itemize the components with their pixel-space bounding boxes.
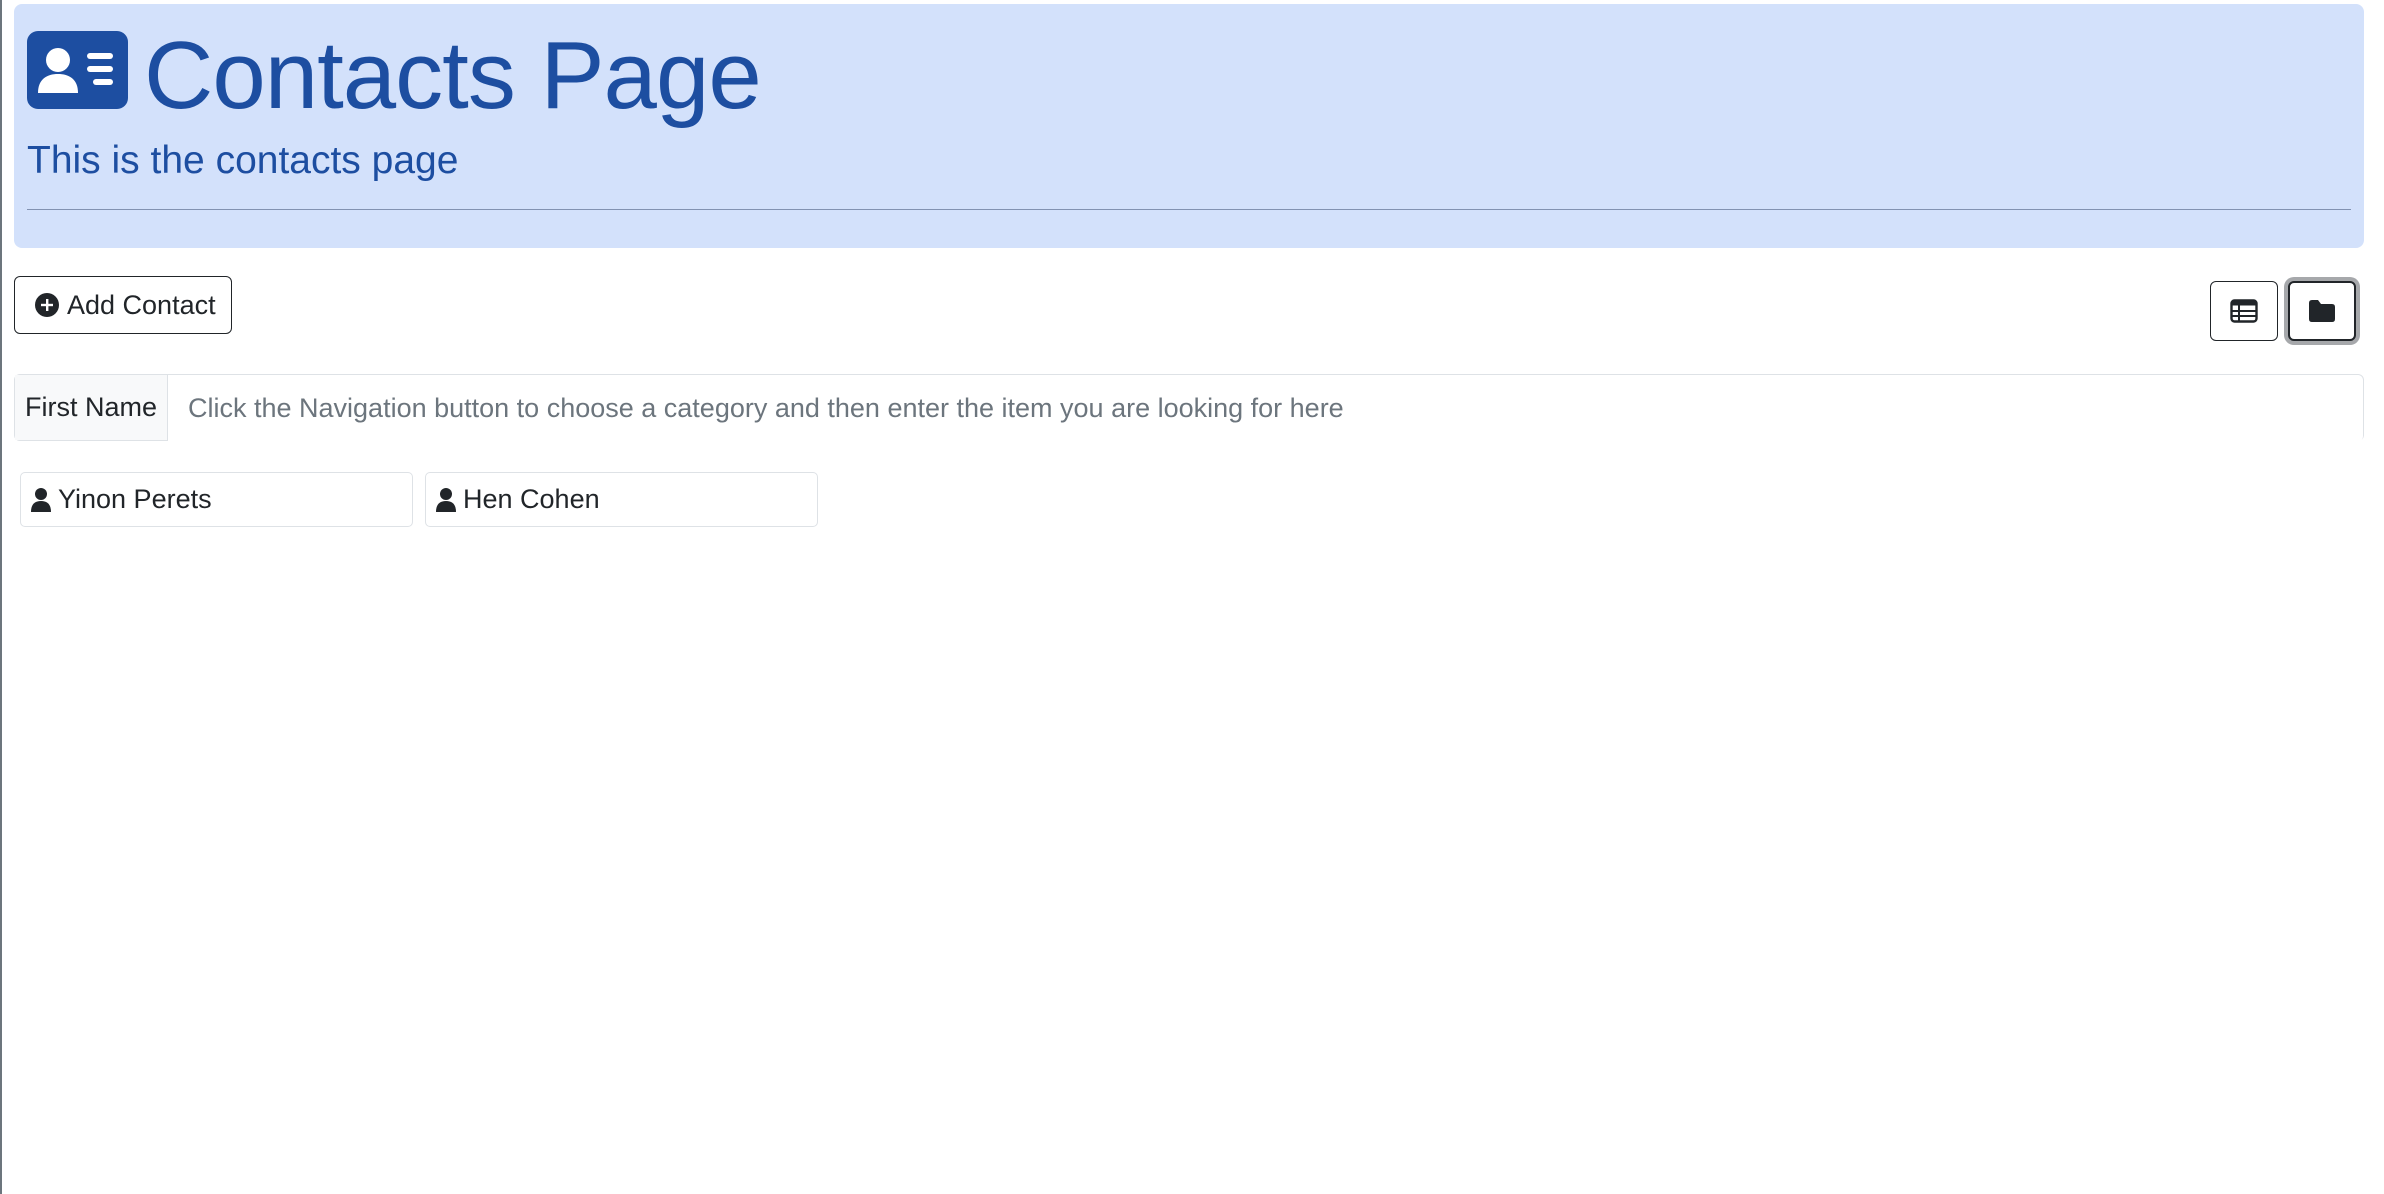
add-contact-label: Add Contact (67, 289, 216, 320)
contact-name: Hen Cohen (463, 484, 600, 514)
search-input[interactable] (168, 375, 2363, 442)
search-bar: First Name (14, 374, 2364, 442)
header-divider (27, 209, 2351, 210)
contact-name: Yinon Perets (58, 484, 212, 514)
person-icon (436, 487, 456, 512)
page-title: Contacts Page (144, 22, 762, 129)
folder-view-button[interactable] (2288, 281, 2356, 341)
add-contact-button[interactable]: Add Contact (14, 276, 232, 334)
plus-circle-icon (35, 293, 59, 317)
folder-icon (2309, 300, 2335, 322)
page-header: Contacts Page This is the contacts page (14, 4, 2364, 248)
person-vcard-icon (27, 31, 128, 109)
person-icon (31, 487, 51, 512)
table-view-button[interactable] (2210, 281, 2278, 341)
contact-card[interactable]: Yinon Perets (20, 472, 413, 527)
table-icon (2230, 299, 2258, 323)
contact-card[interactable]: Hen Cohen (425, 472, 818, 527)
search-category-label[interactable]: First Name (15, 375, 168, 440)
page-left-border (0, 0, 2, 1194)
page-subtitle: This is the contacts page (27, 139, 459, 182)
